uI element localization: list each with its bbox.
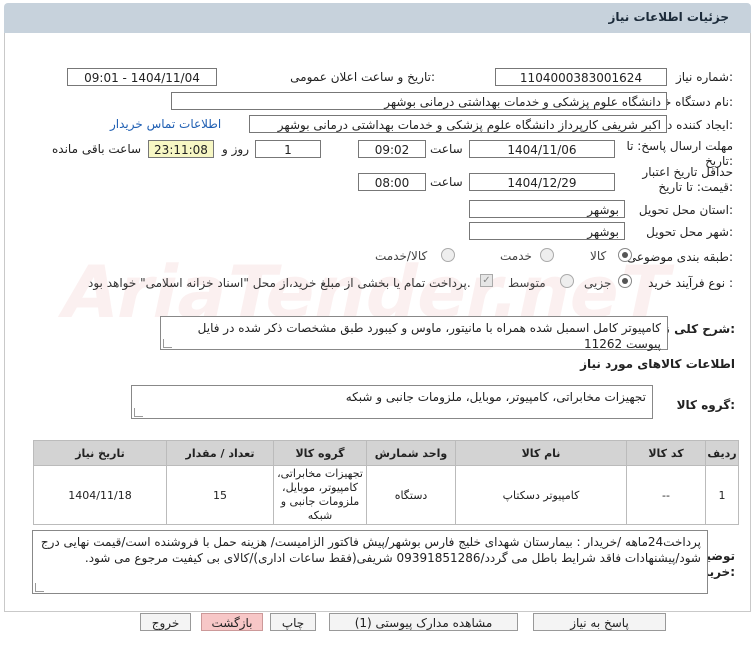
deadline-time-label: ساعت — [430, 142, 463, 156]
process-minor-label: جزیی — [584, 276, 612, 290]
category-goods-label: کالا — [590, 249, 607, 263]
goods-table: ردیف کد کالا نام کالا واحد شمارش گروه کا… — [33, 440, 739, 525]
page-header: جزئیات اطلاعات نیاز — [4, 3, 751, 33]
cell-row-number: 1 — [705, 465, 739, 525]
category-label: طبقه بندی موضوعی: — [626, 250, 733, 264]
goods-group-label: گروه کالا: — [676, 398, 735, 412]
announce-field: 1404/11/04 - 09:01 — [67, 68, 217, 86]
category-service-radio[interactable] — [540, 248, 554, 262]
announce-label: تاریخ و ساعت اعلان عمومی: — [290, 70, 435, 84]
col-item-code: کد کالا — [626, 440, 706, 466]
deadline-time-field: 09:02 — [358, 140, 426, 158]
need-number-field: 1104000383001624 — [495, 68, 667, 86]
process-label: نوع فرآیند خرید : — [648, 276, 733, 290]
validity-time-label: ساعت — [430, 175, 463, 189]
need-number-label: شماره نیاز: — [675, 70, 733, 84]
page-title: جزئیات اطلاعات نیاز — [608, 10, 729, 24]
table-row: 1 -- کامپیوتر دسکتاپ دستگاه تجهیزات مخاب… — [33, 465, 739, 525]
col-row-number: ردیف — [705, 440, 739, 466]
remaining-label: ساعت باقی مانده — [52, 142, 142, 156]
col-group: گروه کالا — [273, 440, 367, 466]
requester-field: اکبر شریفی کارپرداز دانشگاه علوم پزشکی و… — [249, 115, 667, 133]
validity-label: حداقل تاریخ اعتبار قیمت: تا تاریخ: — [642, 165, 733, 194]
category-goods-radio[interactable] — [618, 248, 632, 262]
process-minor-radio[interactable] — [618, 274, 632, 288]
remaining-time-field: 23:11:08 — [148, 140, 214, 158]
cell-group: تجهیزات مخابراتی، کامپیوتر، موبایل، ملزو… — [273, 465, 367, 525]
payment-note: پرداخت تمام یا بخشی از مبلغ خرید،از محل … — [88, 276, 471, 290]
resize-grip-icon[interactable] — [35, 583, 44, 592]
summary-textarea: کامپیوتر کامل اسمبل شده همراه با مانیتور… — [160, 316, 668, 351]
resize-grip-icon[interactable] — [163, 339, 172, 348]
resize-grip-icon[interactable] — [134, 408, 143, 417]
city-field: بوشهر — [469, 222, 625, 240]
category-service-label: خدمت — [500, 249, 532, 263]
back-button[interactable]: بازگشت — [201, 613, 263, 631]
buyer-notes-text: پرداخت24ماهه /خریدار : بیمارستان شهدای خ… — [40, 535, 701, 565]
cell-need-date: 1404/11/18 — [33, 465, 167, 525]
validity-date-field: 1404/12/29 — [469, 173, 615, 191]
summary-text: کامپیوتر کامل اسمبل شده همراه با مانیتور… — [197, 321, 661, 351]
col-quantity: تعداد / مقدار — [166, 440, 274, 466]
goods-group-text: تجهیزات مخابراتی، کامپیوتر، موبایل، ملزو… — [345, 390, 646, 404]
col-item-name: نام کالا — [455, 440, 627, 466]
category-both-label: کالا/خدمت — [375, 249, 428, 263]
cell-item-code: -- — [626, 465, 706, 525]
treasury-payment-checkbox[interactable]: ✓ — [480, 274, 493, 287]
cell-unit: دستگاه — [366, 465, 456, 525]
days-label: روز و — [222, 142, 249, 156]
deadline-date-field: 1404/11/06 — [469, 140, 615, 158]
cell-item-name: کامپیوتر دسکتاپ — [455, 465, 627, 525]
city-label: شهر محل تحویل: — [646, 225, 733, 239]
province-label: استان محل تحویل: — [638, 203, 733, 217]
category-both-radio[interactable] — [441, 248, 455, 262]
province-field: بوشهر — [469, 200, 625, 218]
attachments-button[interactable]: مشاهده مدارک پیوستی (1) — [329, 613, 518, 631]
days-field: 1 — [255, 140, 321, 158]
process-medium-label: متوسط — [508, 276, 546, 290]
buyer-contact-link[interactable]: اطلاعات تماس خریدار — [110, 117, 221, 131]
goods-group-textarea: تجهیزات مخابراتی، کامپیوتر، موبایل، ملزو… — [131, 385, 653, 419]
cell-quantity: 15 — [166, 465, 274, 525]
process-medium-radio[interactable] — [560, 274, 574, 288]
col-need-date: تاریخ نیاز — [33, 440, 167, 466]
print-button[interactable]: چاپ — [270, 613, 316, 631]
buyer-notes-textarea: پرداخت24ماهه /خریدار : بیمارستان شهدای خ… — [32, 530, 708, 594]
validity-time-field: 08:00 — [358, 173, 426, 191]
col-unit: واحد شمارش — [366, 440, 456, 466]
buyer-org-field: دانشگاه علوم پزشکی و خدمات بهداشتی درمان… — [171, 92, 667, 110]
reply-button[interactable]: پاسخ به نیاز — [533, 613, 666, 631]
table-header-row: ردیف کد کالا نام کالا واحد شمارش گروه کا… — [33, 440, 739, 466]
exit-button[interactable]: خروج — [140, 613, 191, 631]
goods-section-title: اطلاعات کالاهای مورد نیاز — [580, 357, 735, 371]
